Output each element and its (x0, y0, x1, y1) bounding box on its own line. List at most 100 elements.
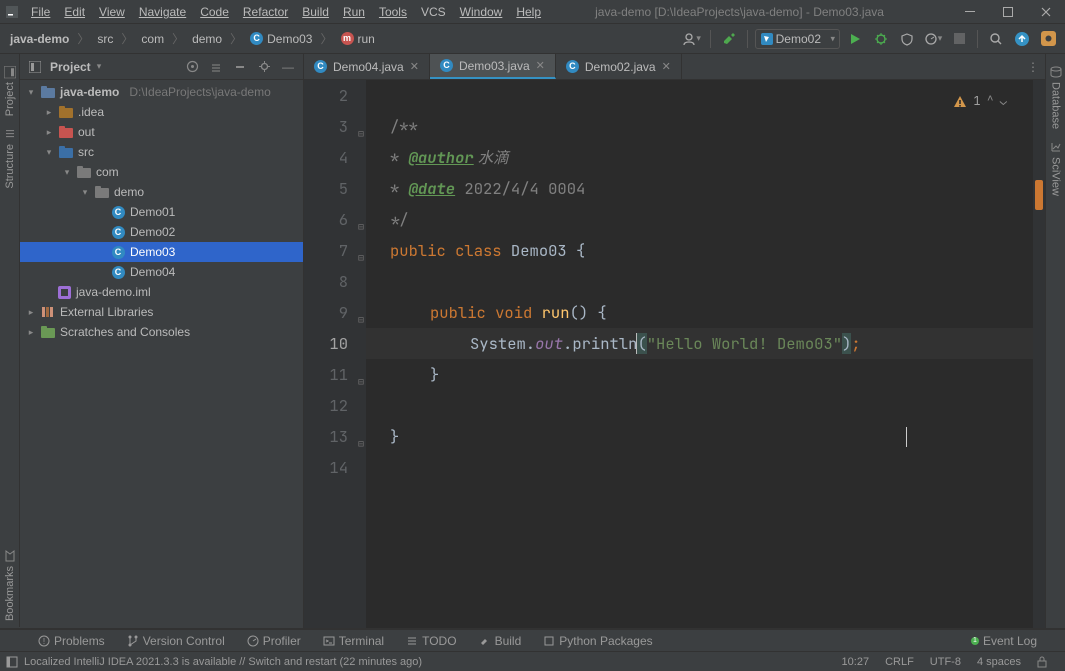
status-encoding[interactable]: UTF-8 (922, 656, 969, 668)
left-tool-strip: Project Structure Bookmarks (0, 54, 20, 628)
editor-tab-demo04[interactable]: C Demo04.java ✕ (304, 54, 430, 79)
menu-vcs[interactable]: VCS (414, 2, 453, 22)
collapse-all-icon[interactable] (231, 58, 249, 76)
tool-profiler[interactable]: Profiler (237, 634, 311, 648)
tool-event-log[interactable]: 1 Event Log (971, 634, 1037, 648)
menu-view[interactable]: View (92, 2, 132, 22)
crumb-demo[interactable]: demo (188, 30, 226, 48)
project-view-icon (26, 58, 44, 76)
tree-idea[interactable]: ▸ .idea (20, 102, 303, 122)
run-config-select[interactable]: Demo02 ▾ (755, 29, 840, 49)
error-stripe[interactable] (1033, 80, 1045, 628)
menu-refactor[interactable]: Refactor (236, 2, 295, 22)
profiler-icon[interactable]: ▾ (922, 28, 944, 50)
tool-python-packages[interactable]: Python Packages (533, 634, 662, 648)
menu-help[interactable]: Help (509, 2, 548, 22)
tree-demo[interactable]: ▾ demo (20, 182, 303, 202)
tree-class-demo01[interactable]: C Demo01 (20, 202, 303, 222)
minimize-button[interactable] (951, 0, 989, 24)
tree-class-demo03[interactable]: C Demo03 (20, 242, 303, 262)
status-message[interactable]: Localized IntelliJ IDEA 2021.3.3 is avai… (24, 656, 422, 668)
menu-build[interactable]: Build (295, 2, 336, 22)
gutter[interactable]: 2 3 4 5 6 7 8 9 10 11 12 13 14 ⊟ ⊟ ⊟ ⊟ ⊟… (304, 80, 366, 628)
tree-com[interactable]: ▾ com (20, 162, 303, 182)
select-opened-icon[interactable] (183, 58, 201, 76)
project-panel: Project ▾ — ▾ java-demo D:\IdeaProjects\… (20, 54, 304, 628)
bottom-tool-row: !Problems Version Control Profiler Termi… (0, 629, 1065, 651)
toolwindow-project[interactable]: Project (2, 60, 18, 122)
code-editor[interactable]: 2 3 4 5 6 7 8 9 10 11 12 13 14 ⊟ ⊟ ⊟ ⊟ ⊟… (304, 80, 1045, 628)
menubar: File Edit View Navigate Code Refactor Bu… (24, 2, 548, 22)
app-icon (0, 6, 24, 18)
code[interactable]: /** * @author 水滴 * @date 2022/4/4 0004 *… (366, 80, 1033, 628)
crumb-class[interactable]: CDemo03 (246, 30, 316, 48)
tab-close-icon[interactable]: ✕ (410, 60, 419, 73)
menu-tools[interactable]: Tools (372, 2, 414, 22)
coverage-icon[interactable] (896, 28, 918, 50)
tree-iml[interactable]: java-demo.iml (20, 282, 303, 302)
menu-code[interactable]: Code (193, 2, 236, 22)
editor-tab-demo03[interactable]: C Demo03.java ✕ (430, 54, 556, 79)
menu-edit[interactable]: Edit (57, 2, 92, 22)
tool-build[interactable]: Build (469, 634, 532, 648)
menu-window[interactable]: Window (453, 2, 510, 22)
window-title: java-demo [D:\IdeaProjects\java-demo] - … (595, 5, 904, 19)
stop-icon[interactable] (948, 28, 970, 50)
crumb-project[interactable]: java-demo (6, 30, 73, 48)
right-tool-strip: Database SciView (1045, 54, 1065, 628)
menu-run[interactable]: Run (336, 2, 372, 22)
quick-access-icon[interactable] (6, 656, 18, 668)
update-icon[interactable] (1011, 28, 1033, 50)
run-config-label: Demo02 (776, 32, 821, 46)
tree-class-demo04[interactable]: C Demo04 (20, 262, 303, 282)
tab-more-icon[interactable]: ⋮ (1021, 54, 1045, 79)
toolwindow-bookmarks[interactable]: Bookmarks (2, 544, 18, 627)
text-cursor-icon (906, 427, 907, 447)
crumb-com[interactable]: com (137, 30, 168, 48)
tree-src[interactable]: ▾ src (20, 142, 303, 162)
status-indent[interactable]: 4 spaces (969, 656, 1029, 668)
tool-problems[interactable]: !Problems (28, 634, 115, 648)
expand-all-icon[interactable] (207, 58, 225, 76)
tab-close-icon[interactable]: ✕ (662, 60, 671, 73)
tool-terminal[interactable]: Terminal (313, 634, 394, 648)
tool-vcs[interactable]: Version Control (117, 634, 235, 648)
ide-settings-icon[interactable] (1037, 28, 1059, 50)
run-icon[interactable] (844, 28, 866, 50)
svg-text:!: ! (43, 637, 45, 646)
debug-icon[interactable] (870, 28, 892, 50)
build-hammer-icon[interactable] (718, 28, 740, 50)
close-button[interactable] (1027, 0, 1065, 24)
panel-title: Project (50, 60, 91, 74)
status-bar: Localized IntelliJ IDEA 2021.3.3 is avai… (0, 651, 1065, 671)
warning-icon (953, 95, 967, 109)
inspection-widget[interactable]: 1 ^ ⌄ (953, 86, 1007, 117)
navbar: java-demo 〉 src 〉 com 〉 demo 〉 CDemo03 〉… (0, 24, 1065, 54)
tool-todo[interactable]: TODO (396, 634, 466, 648)
tree-scratches[interactable]: ▸ Scratches and Consoles (20, 322, 303, 342)
status-caret[interactable]: 10:27 (834, 656, 878, 668)
project-panel-header: Project ▾ — (20, 54, 303, 80)
toolwindow-sciview[interactable]: SciView (1048, 135, 1064, 202)
title-bar: File Edit View Navigate Code Refactor Bu… (0, 0, 1065, 24)
toolwindow-structure[interactable]: Structure (2, 122, 18, 195)
editor-tab-demo02[interactable]: C Demo02.java ✕ (556, 54, 682, 79)
hide-icon[interactable]: — (279, 58, 297, 76)
tree-out[interactable]: ▸ out (20, 122, 303, 142)
search-everywhere-icon[interactable] (985, 28, 1007, 50)
toolwindow-database[interactable]: Database (1048, 60, 1064, 135)
tree-external-libraries[interactable]: ▸ External Libraries (20, 302, 303, 322)
add-config-icon[interactable]: ▾ (681, 28, 703, 50)
project-tree[interactable]: ▾ java-demo D:\IdeaProjects\java-demo ▸ … (20, 80, 303, 628)
tab-close-icon[interactable]: ✕ (536, 59, 545, 72)
crumb-method[interactable]: mrun (337, 30, 379, 48)
maximize-button[interactable] (989, 0, 1027, 24)
menu-navigate[interactable]: Navigate (132, 2, 193, 22)
settings-icon[interactable] (255, 58, 273, 76)
menu-file[interactable]: File (24, 2, 57, 22)
tree-root[interactable]: ▾ java-demo D:\IdeaProjects\java-demo (20, 82, 303, 102)
crumb-src[interactable]: src (93, 30, 117, 48)
status-eol[interactable]: CRLF (877, 656, 922, 668)
tree-class-demo02[interactable]: C Demo02 (20, 222, 303, 242)
readonly-lock-icon[interactable] (1029, 656, 1055, 668)
